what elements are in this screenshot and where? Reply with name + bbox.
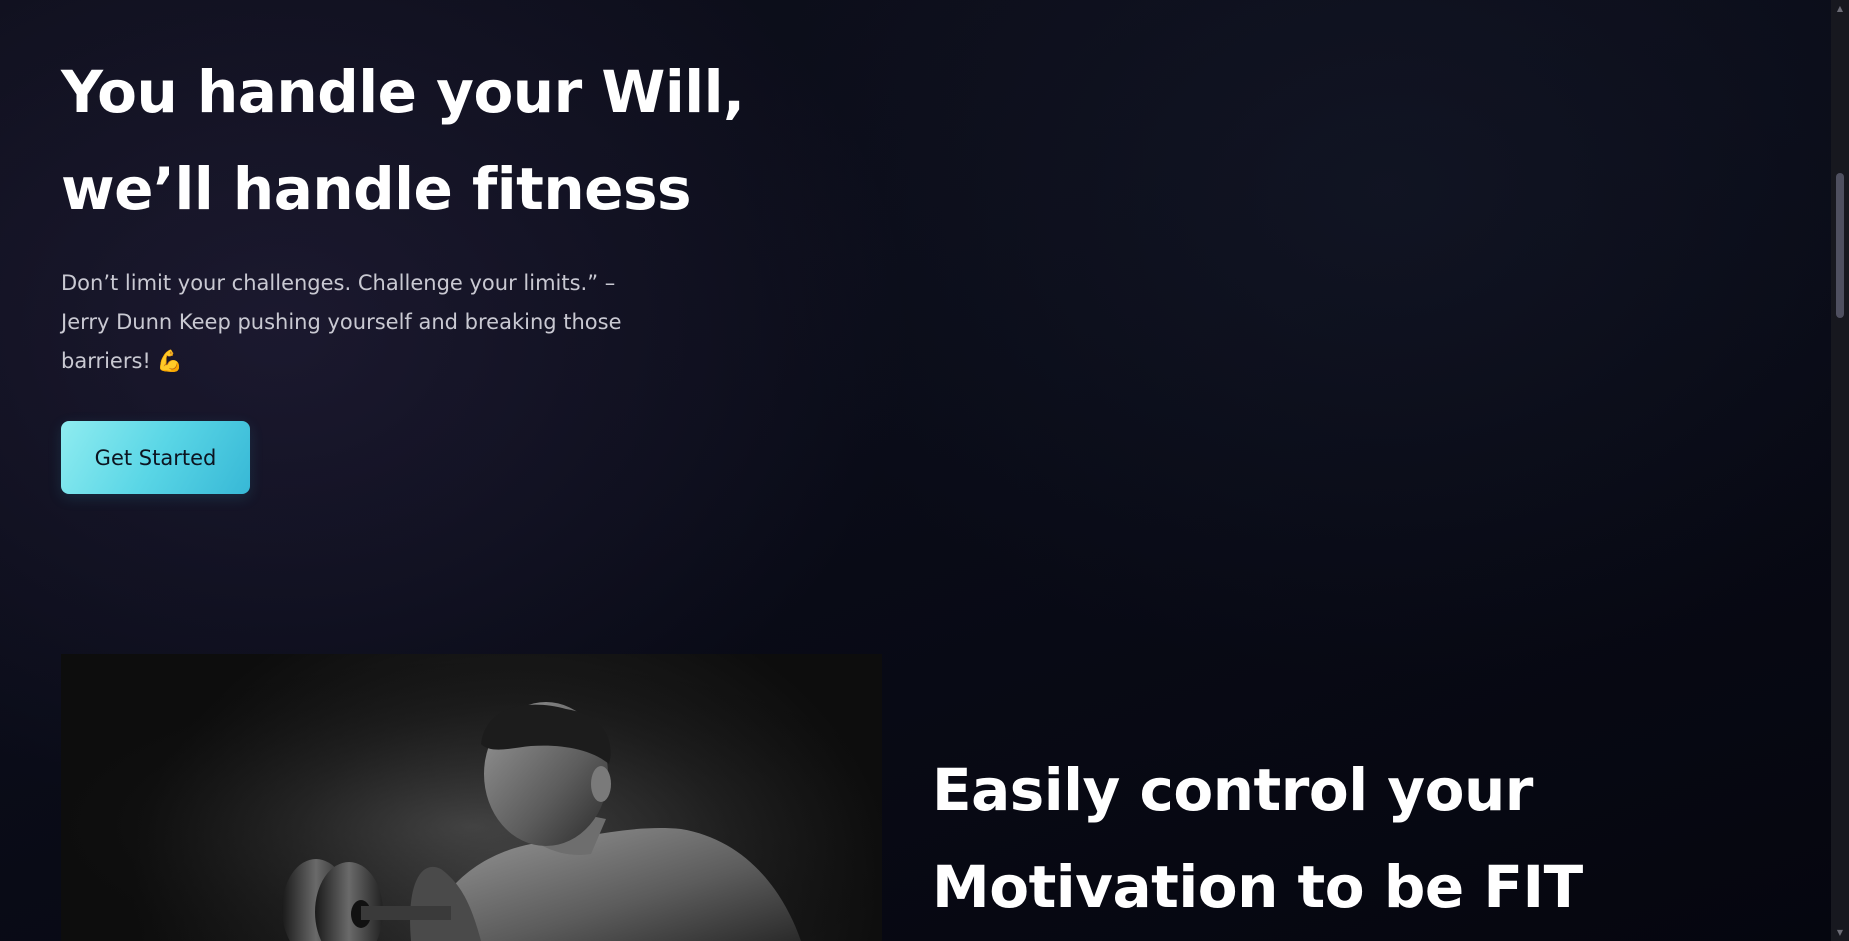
motivation-title-line-1: Easily control your [932,756,1533,824]
hero-title: You handle your Will, we’ll handle fitne… [61,44,821,238]
scrollbar-thumb[interactable] [1836,173,1844,318]
hero-quote: Don’t limit your challenges. Challenge y… [61,264,661,381]
motivation-title: Easily control your Motivation to be FIT [932,742,1812,936]
page: You handle your Will, we’ll handle fitne… [0,0,1831,941]
hero-section: You handle your Will, we’ll handle fitne… [61,44,821,494]
get-started-button[interactable]: Get Started [61,421,250,494]
motivation-section: Easily control your Motivation to be FIT [932,742,1812,936]
hero-title-line-1: You handle your Will, [61,58,745,126]
hero-title-line-2: we’ll handle fitness [61,155,692,223]
scroll-down-arrow-icon[interactable]: ▼ [1831,924,1849,941]
flexed-biceps-icon: 💪 [156,349,184,373]
hero-quote-text: Don’t limit your challenges. Challenge y… [61,271,622,373]
motivation-title-line-2: Motivation to be FIT [932,853,1583,921]
vertical-scrollbar[interactable]: ▲ ▼ [1831,0,1849,941]
photo-illustration [61,654,882,941]
man-lifting-dumbbell-photo [61,654,882,941]
scroll-up-arrow-icon[interactable]: ▲ [1831,0,1849,17]
